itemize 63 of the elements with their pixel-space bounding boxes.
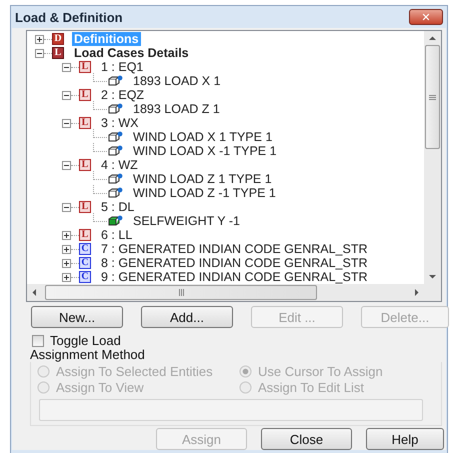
load-group-icon: L	[52, 47, 64, 59]
load-item-icon	[108, 104, 122, 114]
load-case-icon: L	[79, 229, 91, 241]
tree-item[interactable]: WIND LOAD X -1 TYPE 1	[131, 144, 279, 158]
group-title: Assignment Method	[30, 348, 146, 362]
collapse-icon[interactable]	[62, 160, 71, 170]
load-item-icon	[108, 146, 122, 156]
tree-item[interactable]: 1893 LOAD X 1	[131, 74, 223, 88]
load-case-icon: L	[79, 117, 91, 129]
radio-label: Assign To Edit List	[258, 380, 364, 394]
tree-item[interactable]: 5 : DL	[99, 200, 136, 214]
load-item-icon	[108, 174, 122, 184]
tree-item[interactable]: 1 : EQ1	[99, 60, 146, 74]
dialog-button[interactable]: Add...	[141, 306, 233, 328]
tree-item[interactable]: 7 : GENERATED INDIAN CODE GENRAL_STR	[99, 242, 370, 256]
dialog-button[interactable]: Help	[366, 428, 444, 450]
load-item-icon	[108, 76, 122, 86]
collapse-icon[interactable]	[62, 118, 71, 128]
window-title: Load & Definition	[15, 10, 123, 24]
tree-item[interactable]: 6 : LL	[99, 228, 134, 242]
collapse-icon[interactable]	[35, 48, 44, 58]
combination-icon: C	[79, 243, 91, 255]
tree-item[interactable]: SELFWEIGHT Y -1	[131, 214, 242, 228]
tree-item[interactable]: WIND LOAD X 1 TYPE 1	[131, 130, 274, 144]
vertical-scrollbar[interactable]	[424, 31, 441, 284]
horizontal-scrollbar[interactable]	[27, 284, 424, 301]
combination-icon: C	[79, 257, 91, 269]
expand-icon[interactable]	[35, 34, 44, 44]
radio-label: Use Cursor To Assign	[258, 364, 383, 378]
dialog-button[interactable]: Close	[261, 428, 352, 450]
load-case-icon: L	[79, 61, 91, 73]
grip-icon[interactable]	[178, 289, 184, 296]
input-field[interactable]	[39, 399, 423, 421]
tree-item[interactable]: 9 : GENERATED INDIAN CODE GENRAL_STR	[99, 270, 370, 284]
load-item-icon	[108, 132, 122, 142]
checkbox[interactable]	[32, 335, 44, 347]
tree-item[interactable]: Load Cases Details	[72, 46, 191, 60]
dialog-button[interactable]: New...	[31, 306, 123, 328]
load-case-icon: L	[79, 89, 91, 101]
combination-icon: C	[79, 271, 91, 283]
tree-item[interactable]: 8 : GENERATED INDIAN CODE GENRAL_STR	[99, 256, 370, 270]
radio-label: Assign To Selected Entities	[56, 364, 213, 378]
collapse-icon[interactable]	[62, 90, 71, 100]
tree-item[interactable]: WIND LOAD Z -1 TYPE 1	[131, 186, 278, 200]
grip-icon[interactable]	[429, 94, 436, 100]
checkbox-label: Toggle Load	[50, 334, 121, 348]
tree-item[interactable]: 2 : EQZ	[99, 88, 146, 102]
expand-icon[interactable]	[62, 258, 71, 268]
tree-item[interactable]: 3 : WX	[99, 116, 141, 130]
load-case-icon: L	[79, 201, 91, 213]
load-case-icon: L	[79, 159, 91, 171]
radio-label: Assign To View	[56, 380, 144, 394]
collapse-icon[interactable]	[62, 202, 71, 212]
collapse-icon[interactable]	[62, 62, 71, 72]
expand-icon[interactable]	[62, 230, 71, 240]
definitions-icon: D	[52, 33, 64, 45]
expand-icon[interactable]	[62, 244, 71, 254]
tree-item[interactable]: 4 : WZ	[99, 158, 140, 172]
tree-item[interactable]: WIND LOAD Z 1 TYPE 1	[131, 172, 274, 186]
tree-item[interactable]: 1893 LOAD Z 1	[131, 102, 222, 116]
load-item-icon	[108, 188, 122, 198]
expand-icon[interactable]	[62, 272, 71, 282]
selfweight-icon	[108, 216, 122, 226]
